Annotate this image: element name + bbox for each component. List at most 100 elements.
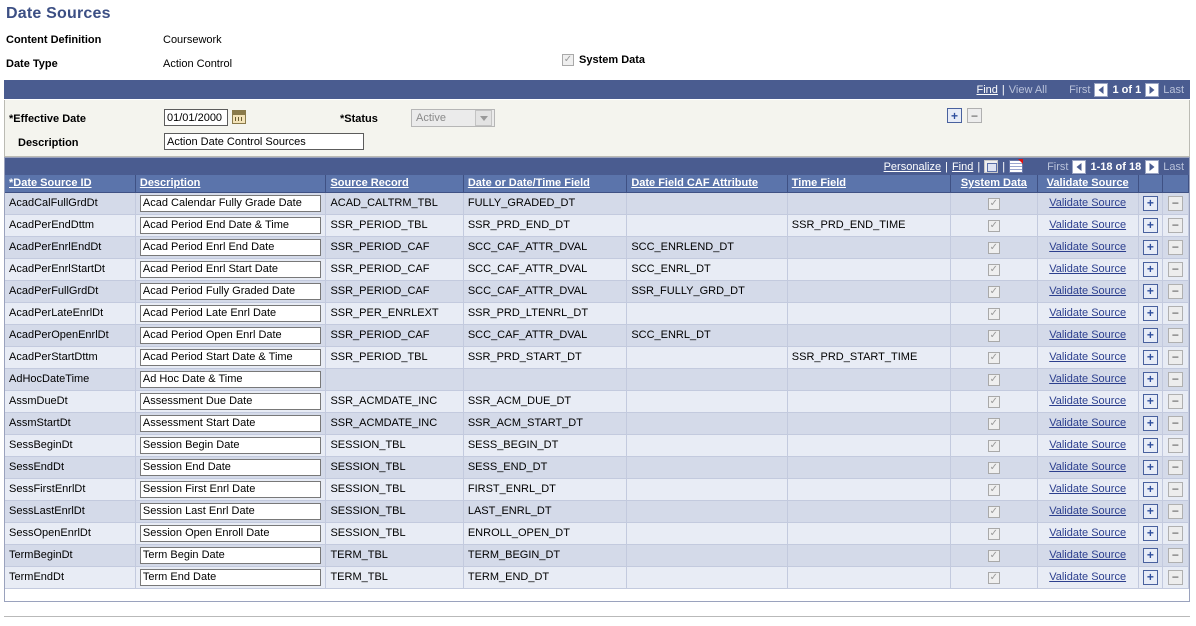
add-row-button[interactable]: + — [1143, 416, 1158, 431]
cell-system-data[interactable]: ✓ — [951, 544, 1037, 566]
description-input[interactable] — [140, 217, 322, 234]
delete-row-button[interactable]: − — [1168, 218, 1183, 233]
description-input[interactable] — [140, 503, 322, 520]
cell-system-data[interactable]: ✓ — [951, 324, 1037, 346]
delete-row-button[interactable]: − — [1168, 262, 1183, 277]
delete-row-button[interactable]: − — [1168, 438, 1183, 453]
checkbox-icon[interactable]: ✓ — [988, 242, 1000, 254]
checkbox-icon[interactable]: ✓ — [988, 506, 1000, 518]
checkbox-icon[interactable]: ✓ — [988, 198, 1000, 210]
add-row-button[interactable]: + — [1143, 262, 1158, 277]
delete-row-button[interactable]: − — [1168, 240, 1183, 255]
description-input[interactable] — [140, 283, 322, 300]
delete-row-button[interactable]: − — [1168, 372, 1183, 387]
find-link[interactable]: Find — [976, 84, 997, 96]
add-row-button[interactable]: + — [1143, 372, 1158, 387]
col-date-source-id[interactable]: *Date Source ID — [5, 175, 135, 192]
personalize-link[interactable]: Personalize — [884, 161, 941, 173]
cell-system-data[interactable]: ✓ — [951, 500, 1037, 522]
grid-find-link[interactable]: Find — [952, 161, 973, 173]
description-input[interactable] — [140, 305, 322, 322]
description-input[interactable] — [140, 481, 322, 498]
cell-system-data[interactable]: ✓ — [951, 478, 1037, 500]
description-input[interactable] — [140, 239, 322, 256]
validate-source-link[interactable]: Validate Source — [1049, 527, 1126, 539]
cell-system-data[interactable]: ✓ — [951, 566, 1037, 588]
cell-system-data[interactable]: ✓ — [951, 522, 1037, 544]
delete-row-button[interactable]: − — [1168, 548, 1183, 563]
description-input[interactable] — [140, 459, 322, 476]
system-data-checkbox-group[interactable]: ✓ System Data — [562, 54, 645, 66]
checkbox-icon[interactable]: ✓ — [988, 308, 1000, 320]
cell-system-data[interactable]: ✓ — [951, 302, 1037, 324]
checkbox-icon[interactable]: ✓ — [988, 330, 1000, 342]
description-input[interactable] — [140, 569, 322, 586]
validate-source-link[interactable]: Validate Source — [1049, 241, 1126, 253]
delete-row-button[interactable]: − — [1168, 284, 1183, 299]
validate-source-link[interactable]: Validate Source — [1049, 285, 1126, 297]
validate-source-link[interactable]: Validate Source — [1049, 307, 1126, 319]
validate-source-link[interactable]: Validate Source — [1049, 571, 1126, 583]
description-input[interactable] — [140, 393, 322, 410]
validate-source-link[interactable]: Validate Source — [1049, 219, 1126, 231]
grid-first-label[interactable]: First — [1047, 161, 1068, 173]
add-row-button[interactable]: + — [1143, 196, 1158, 211]
add-row-button[interactable]: + — [1143, 350, 1158, 365]
checkbox-icon[interactable]: ✓ — [562, 54, 574, 66]
col-system-data[interactable]: System Data — [951, 175, 1037, 192]
description-input[interactable] — [140, 195, 322, 212]
checkbox-icon[interactable]: ✓ — [988, 572, 1000, 584]
description-input[interactable] — [140, 327, 322, 344]
first-label[interactable]: First — [1069, 84, 1090, 96]
add-row-button[interactable]: + — [1143, 284, 1158, 299]
delete-row-button[interactable]: − — [1168, 460, 1183, 475]
delete-row-button[interactable]: − — [1168, 350, 1183, 365]
delete-row-button[interactable]: − — [1168, 394, 1183, 409]
validate-source-link[interactable]: Validate Source — [1049, 439, 1126, 451]
col-source-record[interactable]: Source Record — [326, 175, 463, 192]
add-row-button[interactable]: + — [1143, 460, 1158, 475]
add-row-button[interactable]: + — [1143, 548, 1158, 563]
validate-source-link[interactable]: Validate Source — [1049, 197, 1126, 209]
cell-system-data[interactable]: ✓ — [951, 192, 1037, 214]
add-row-button[interactable]: + — [1143, 438, 1158, 453]
cell-system-data[interactable]: ✓ — [951, 346, 1037, 368]
delete-row-button[interactable]: − — [1168, 196, 1183, 211]
col-date-field-caf-attribute[interactable]: Date Field CAF Attribute — [627, 175, 787, 192]
cell-system-data[interactable]: ✓ — [951, 412, 1037, 434]
description-input[interactable] — [140, 547, 322, 564]
add-row-button[interactable]: + — [1143, 394, 1158, 409]
description-input[interactable] — [140, 415, 322, 432]
expand-icon[interactable] — [984, 160, 998, 173]
col-description[interactable]: Description — [135, 175, 326, 192]
delete-row-button[interactable]: − — [1168, 306, 1183, 321]
status-dropdown[interactable]: Active — [411, 109, 495, 127]
validate-source-link[interactable]: Validate Source — [1049, 351, 1126, 363]
cell-system-data[interactable]: ✓ — [951, 456, 1037, 478]
view-all-link[interactable]: View All — [1009, 84, 1047, 96]
add-row-button[interactable]: + — [1143, 328, 1158, 343]
delete-row-button[interactable]: − — [1168, 328, 1183, 343]
add-row-button[interactable]: + — [1143, 482, 1158, 497]
checkbox-icon[interactable]: ✓ — [988, 418, 1000, 430]
checkbox-icon[interactable]: ✓ — [988, 352, 1000, 364]
description-input[interactable] — [140, 371, 322, 388]
description-input[interactable] — [140, 261, 322, 278]
validate-source-link[interactable]: Validate Source — [1049, 549, 1126, 561]
effective-date-input[interactable] — [164, 109, 228, 126]
checkbox-icon[interactable]: ✓ — [988, 528, 1000, 540]
delete-row-button[interactable]: − — [1168, 526, 1183, 541]
cell-system-data[interactable]: ✓ — [951, 258, 1037, 280]
description-input[interactable] — [140, 349, 322, 366]
description-input[interactable] — [140, 525, 322, 542]
validate-source-link[interactable]: Validate Source — [1049, 373, 1126, 385]
checkbox-icon[interactable]: ✓ — [988, 286, 1000, 298]
cell-system-data[interactable]: ✓ — [951, 368, 1037, 390]
grid-last-label[interactable]: Last — [1163, 161, 1184, 173]
add-row-button[interactable]: + — [1143, 306, 1158, 321]
delete-effdt-row-button[interactable]: − — [967, 108, 982, 123]
cell-system-data[interactable]: ✓ — [951, 280, 1037, 302]
grid-previous-page-icon[interactable] — [1072, 160, 1086, 174]
cell-system-data[interactable]: ✓ — [951, 214, 1037, 236]
col-time-field[interactable]: Time Field — [787, 175, 950, 192]
